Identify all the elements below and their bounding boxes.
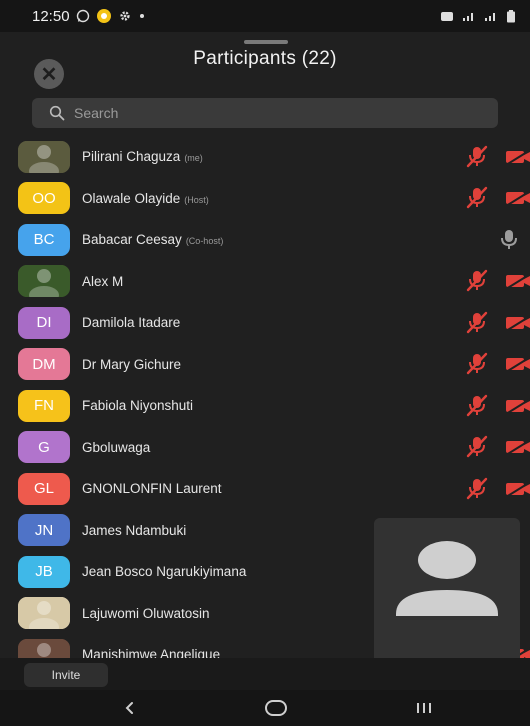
participant-name-text: Jean Bosco Ngarukiyimana — [82, 564, 247, 579]
status-right — [440, 9, 530, 23]
mic-muted-icon[interactable] — [462, 268, 492, 294]
avatar: DM — [18, 348, 70, 380]
participant-name: GNONLONFIN Laurent — [82, 481, 222, 496]
status-left: 12:50 — [0, 8, 146, 25]
alarm-icon — [441, 12, 453, 21]
role-badge: (me) — [184, 153, 203, 163]
page-title: Participants (22) — [193, 48, 337, 69]
status-time: 12:50 — [32, 7, 70, 25]
participant-name-text: Pilirani Chaguza — [82, 149, 181, 164]
participant-name: Damilola Itadare — [82, 315, 180, 330]
person-placeholder-icon — [396, 541, 498, 616]
list-item[interactable]: G Gboluwaga — [0, 427, 530, 468]
participant-name: Olawale Olayide (Host) — [82, 191, 209, 206]
list-item[interactable]: Alex M — [0, 261, 530, 302]
avatar — [18, 140, 70, 173]
mic-muted-icon[interactable] — [462, 434, 492, 460]
participant-name-text: Babacar Ceesay — [82, 232, 182, 247]
list-item[interactable]: DI Damilola Itadare — [0, 302, 530, 343]
participant-name: Pilirani Chaguza (me) — [82, 149, 203, 164]
participant-name: Alex M — [82, 274, 123, 289]
participant-name: Babacar Ceesay (Co-host) — [82, 232, 223, 247]
bottom-bar: Invite — [0, 658, 530, 690]
list-item[interactable]: FN Fabiola Niyonshuti — [0, 385, 530, 426]
recents-button[interactable] — [404, 694, 444, 722]
role-badge: (Co-host) — [185, 236, 224, 246]
participant-name: Gboluwaga — [82, 440, 150, 455]
self-video-preview[interactable] — [374, 518, 520, 668]
participant-name-text: GNONLONFIN Laurent — [82, 481, 222, 496]
list-item[interactable]: DM Dr Mary Gichure — [0, 344, 530, 385]
home-button[interactable] — [256, 694, 296, 722]
avatar: FN — [18, 389, 70, 422]
participant-name-text: Damilola Itadare — [82, 315, 181, 330]
invite-button[interactable]: Invite — [24, 663, 108, 687]
drag-handle[interactable] — [244, 40, 288, 44]
avatar: G — [18, 431, 70, 463]
camera-off-icon[interactable] — [504, 476, 530, 502]
participant-name-text: Gboluwaga — [82, 439, 151, 455]
avatar: OO — [18, 182, 70, 214]
mic-muted-icon[interactable] — [462, 144, 492, 170]
camera-off-icon[interactable] — [504, 144, 530, 170]
mic-muted-icon[interactable] — [462, 351, 492, 377]
avatar: DI — [18, 306, 70, 339]
system-nav-bar — [0, 690, 530, 726]
list-item[interactable]: BC Babacar Ceesay (Co-host) — [0, 219, 530, 260]
status-bar: 12:50 — [0, 0, 530, 32]
participant-name: Jean Bosco Ngarukiyimana — [82, 564, 246, 579]
participant-name-text: Olawale Olayide — [82, 190, 181, 206]
mic-muted-icon[interactable] — [462, 310, 492, 336]
list-item[interactable]: Pilirani Chaguza (me) — [0, 136, 530, 177]
search-bar[interactable] — [32, 98, 498, 128]
participants-sheet: ✕ Participants (22) Pilirani Chaguza(me)… — [0, 32, 530, 690]
camera-off-icon[interactable] — [504, 185, 530, 211]
chat-bubble-icon — [96, 9, 111, 23]
list-item[interactable]: GL GNONLONFIN Laurent — [0, 468, 530, 509]
settings-icon — [119, 11, 130, 21]
mic-muted-icon[interactable] — [462, 393, 492, 419]
participant-name-text: Dr Mary Gichure — [82, 356, 182, 372]
camera-off-icon[interactable] — [504, 351, 530, 377]
role-badge: (Host) — [184, 194, 209, 205]
mic-icon[interactable] — [494, 227, 524, 253]
participant-name: Fabiola Niyonshuti — [82, 398, 193, 413]
recents-icon — [417, 703, 431, 713]
participant-name-text: Fabiola Niyonshuti — [82, 398, 194, 413]
mic-muted-icon[interactable] — [462, 476, 492, 502]
whatsapp-icon — [76, 9, 89, 23]
camera-off-icon[interactable] — [504, 434, 530, 460]
participant-name-text: Lajuwomi Oluwatosin — [82, 605, 210, 621]
signal-icon — [463, 13, 473, 21]
camera-off-icon[interactable] — [504, 268, 530, 294]
avatar — [18, 265, 70, 297]
home-icon — [265, 700, 287, 716]
participant-name: Lajuwomi Oluwatosin — [82, 606, 210, 621]
list-item[interactable]: OO Olawale Olayide (Host) — [0, 178, 530, 219]
back-button[interactable] — [110, 694, 150, 722]
avatar: JB — [18, 555, 70, 588]
search-icon — [42, 98, 72, 128]
signal-icon — [485, 13, 495, 21]
avatar — [18, 597, 70, 629]
camera-off-icon[interactable] — [504, 393, 530, 419]
avatar: JN — [18, 514, 70, 546]
mic-muted-icon[interactable] — [462, 185, 492, 211]
participant-name-text: James Ndambuki — [82, 522, 187, 538]
battery-icon — [507, 9, 515, 22]
dot-icon — [139, 14, 144, 18]
avatar: GL — [18, 472, 70, 505]
camera-off-icon[interactable] — [504, 310, 530, 336]
search-input[interactable] — [72, 104, 456, 122]
participant-name: James Ndambuki — [82, 523, 186, 538]
participant-name-text: Alex M — [82, 273, 124, 289]
participant-name: Dr Mary Gichure — [82, 357, 181, 372]
back-icon — [125, 702, 133, 714]
avatar: BC — [18, 223, 70, 256]
